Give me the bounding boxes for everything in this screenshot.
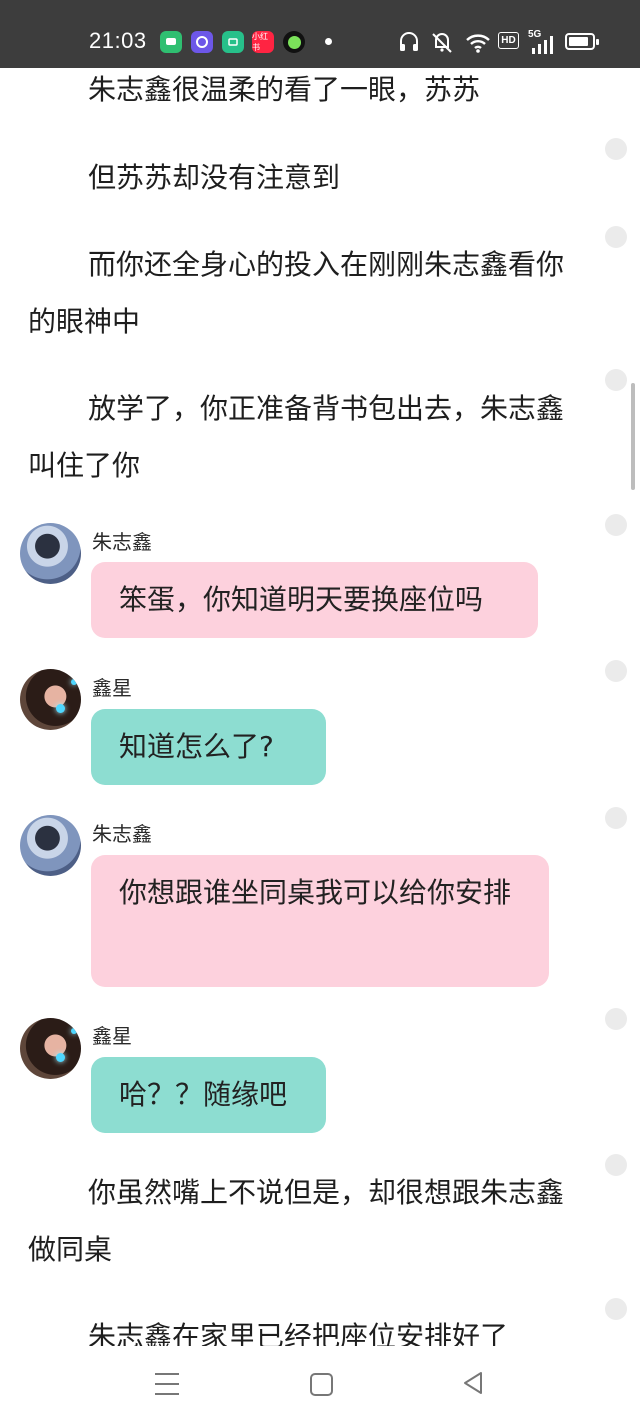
more-notifications-dot-icon bbox=[325, 38, 332, 45]
story-paragraph: 而你还全身心的投入在刚刚朱志鑫看你的眼神中 bbox=[28, 248, 565, 338]
paragraph-comment-dot[interactable] bbox=[605, 1298, 627, 1320]
paragraph-comment-dot[interactable] bbox=[605, 226, 627, 248]
avatar-zhuzhixin[interactable] bbox=[20, 815, 81, 876]
story-paragraph: 放学了，你正准备背书包出去，朱志鑫叫住了你 bbox=[28, 392, 565, 482]
paragraph-comment-dot[interactable] bbox=[605, 1008, 627, 1030]
chat-bubble: 你想跟谁坐同桌我可以给你安排 bbox=[91, 855, 549, 987]
wifi-icon bbox=[466, 34, 490, 53]
status-bar: 21:03 小红书 HD 5G bbox=[0, 0, 640, 68]
sender-name: 鑫星 bbox=[92, 1024, 132, 1048]
story-paragraph: 但苏苏却没有注意到 bbox=[88, 161, 341, 194]
paragraph-comment-dot[interactable] bbox=[605, 138, 627, 160]
system-navigation-bar bbox=[0, 1346, 640, 1422]
sender-name: 朱志鑫 bbox=[92, 822, 152, 846]
scrollbar-thumb[interactable] bbox=[631, 383, 635, 490]
xiaohongshu-app-icon: 小红书 bbox=[252, 31, 274, 53]
paragraph-comment-dot[interactable] bbox=[605, 369, 627, 391]
story-paragraph: 朱志鑫很温柔的看了一眼，苏苏 bbox=[88, 73, 481, 106]
chat-bubble: 笨蛋，你知道明天要换座位吗 bbox=[91, 562, 538, 638]
paragraph-comment-dot[interactable] bbox=[605, 514, 627, 536]
wallet-app-icon bbox=[222, 31, 244, 53]
story-paragraph: 朱志鑫在家里已经把座位安排好了 bbox=[88, 1320, 509, 1346]
headphones-icon bbox=[400, 32, 418, 51]
sender-name: 鑫星 bbox=[92, 676, 132, 700]
recent-apps-button[interactable] bbox=[155, 1373, 179, 1403]
browser-app-icon bbox=[191, 31, 213, 53]
silent-bell-icon bbox=[432, 33, 452, 53]
sender-name: 朱志鑫 bbox=[92, 530, 152, 554]
paragraph-comment-dot[interactable] bbox=[605, 807, 627, 829]
clock: 21:03 bbox=[89, 28, 147, 53]
avatar-xinxing[interactable] bbox=[20, 669, 81, 730]
story-paragraph: 你虽然嘴上不说但是，却很想跟朱志鑫做同桌 bbox=[28, 1176, 565, 1266]
avatar-zhuzhixin[interactable] bbox=[20, 523, 81, 584]
paragraph-comment-dot[interactable] bbox=[605, 1154, 627, 1176]
home-button[interactable] bbox=[310, 1373, 333, 1396]
avatar-xinxing[interactable] bbox=[20, 1018, 81, 1079]
back-button[interactable] bbox=[462, 1371, 484, 1395]
battery-icon bbox=[565, 33, 599, 50]
green-circle-app-icon bbox=[283, 31, 305, 53]
signal-strength-icon bbox=[532, 36, 553, 54]
messages-app-icon bbox=[160, 31, 182, 53]
hd-voice-icon: HD bbox=[498, 32, 519, 49]
chat-bubble: 知道怎么了? bbox=[91, 709, 326, 785]
paragraph-comment-dot[interactable] bbox=[605, 660, 627, 682]
chat-bubble: 哈？？随缘吧 bbox=[91, 1057, 326, 1133]
